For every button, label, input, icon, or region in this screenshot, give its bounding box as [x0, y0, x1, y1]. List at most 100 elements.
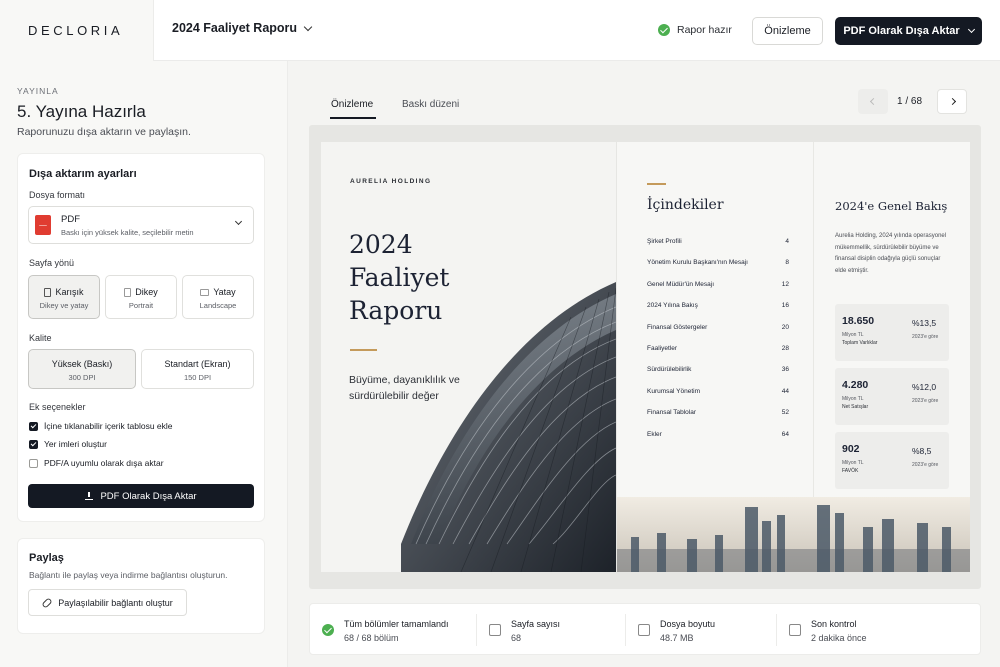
cover-page: AURELIA HOLDING 2024 Faaliyet Raporu Büy…	[321, 142, 616, 572]
quality-standard[interactable]: Standart (Ekran) 150 DPI	[141, 349, 254, 389]
stat-value: 18.650	[842, 315, 875, 327]
option-pdfa[interactable]: PDF/A uyumlu olarak dışa aktar	[29, 458, 164, 468]
stat-change: %8,5	[912, 446, 932, 456]
checkbox-checked[interactable]	[29, 421, 38, 431]
step-title: 5. Yayına Hazırla	[17, 102, 146, 121]
contents-page: İçindekiler Şirket Profili 4 Yönetim Kuru…	[617, 142, 970, 572]
pdf-icon: ⏤	[35, 215, 51, 235]
check-circle-icon	[322, 624, 334, 636]
orientation-title: Dikey	[135, 287, 158, 297]
toc-title: İçindekiler	[647, 197, 724, 213]
export-settings-heading: Dışa aktarım ayarları	[29, 168, 137, 180]
toc-item[interactable]: Sürdürülebilirlik 36	[647, 366, 789, 387]
portrait-page-icon	[124, 287, 132, 297]
orientation-mixed[interactable]: Karışık Dikey ve yatay	[28, 275, 100, 319]
toc-item[interactable]: Genel Müdür'ün Mesajı 12	[647, 281, 789, 302]
toc-item-page: 12	[781, 280, 789, 288]
previous-page-button[interactable]	[858, 89, 888, 114]
export-pdf-label: PDF Olarak Dışa Aktar	[843, 25, 960, 37]
stat-label: Net Satışlar	[842, 404, 869, 410]
summary-value: 68	[511, 633, 522, 643]
quality-title: Standart (Ekran)	[164, 359, 231, 369]
export-summary-bar: Tüm bölümler tamamlandı 68 / 68 bölüm Sa…	[309, 603, 981, 655]
checkbox-checked[interactable]	[29, 439, 38, 449]
orientation-title: Yatay	[213, 287, 236, 297]
chevron-right-icon	[948, 97, 956, 106]
stat-card-total-assets: 18.650 Milyon TL Toplam Varlıklar %13,5 …	[835, 304, 949, 361]
toc-item-label: Genel Müdür'ün Mesajı	[647, 280, 714, 288]
stat-compare: 2023'e göre	[912, 462, 939, 468]
logo[interactable]: DECLORIA	[28, 23, 123, 38]
toc-item[interactable]: Ekler 64	[647, 431, 789, 452]
option-bookmarks[interactable]: Yer imleri oluştur	[29, 439, 107, 449]
create-share-link-button[interactable]: Paylaşılabilir bağlantı oluştur	[28, 589, 187, 616]
option-label: İçine tıklanabilir içerik tablosu ekle	[44, 421, 173, 431]
overview-title: 2024'e Genel Bakış	[835, 199, 948, 213]
format-label: Dosya formatı	[29, 190, 86, 200]
stat-card-ebitda: 902 Milyon TL FAVÖK %8,5 2023'e göre	[835, 432, 949, 489]
toc-item-label: Kurumsal Yönetim	[647, 387, 700, 395]
toc-item-label: 2024 Yılına Bakış	[647, 302, 698, 310]
overview-text: Aurelia Holding, 2024 yılında operasyone…	[835, 233, 947, 274]
download-icon	[85, 492, 94, 500]
option-label: PDF/A uyumlu olarak dışa aktar	[44, 458, 164, 468]
summary-value: 48.7 MB	[660, 633, 694, 643]
stat-change: %12,0	[912, 382, 937, 392]
summary-sections: Tüm bölümler tamamlandı 68 / 68 bölüm	[310, 604, 475, 656]
toc-item[interactable]: Kurumsal Yönetim 44	[647, 388, 789, 409]
toc-item[interactable]: Faaliyetler 28	[647, 345, 789, 366]
export-pdf-button[interactable]: PDF Olarak Dışa Aktar	[28, 484, 254, 508]
option-clickable-toc[interactable]: İçine tıklanabilir içerik tablosu ekle	[29, 421, 173, 431]
checkbox-unchecked[interactable]	[29, 458, 38, 468]
toc-item-page: 8	[785, 259, 789, 267]
toc-item-page: 52	[781, 409, 789, 417]
orientation-landscape[interactable]: Yatay Landscape	[182, 275, 254, 319]
quality-high[interactable]: Yüksek (Baskı) 300 DPI	[28, 349, 136, 389]
stat-unit: Milyon TL	[842, 460, 864, 466]
stat-unit: Milyon TL	[842, 396, 864, 402]
toc-item[interactable]: 2024 Yılına Bakış 16	[647, 302, 789, 323]
toc-item-label: Faaliyetler	[647, 344, 677, 352]
next-page-button[interactable]	[937, 89, 967, 114]
toc-accent-rule	[647, 183, 666, 185]
orientation-sub: Landscape	[199, 301, 237, 310]
last-check-icon	[789, 624, 801, 636]
toc-item-page: 44	[781, 387, 789, 395]
preview-button[interactable]: Önizleme	[752, 17, 823, 45]
step-subtitle: Raporunuzu dışa aktarın ve paylaşın.	[17, 126, 191, 138]
toc-item-page: 20	[781, 323, 789, 331]
status-indicator: Rapor hazır	[658, 24, 732, 36]
report-selector[interactable]: 2024 Faaliyet Raporu	[172, 21, 313, 35]
toc-item[interactable]: Finansal Göstergeler 20	[647, 324, 789, 345]
export-pdf-button-label: PDF Olarak Dışa Aktar	[100, 490, 197, 502]
tab-preview[interactable]: Önizleme	[331, 99, 373, 110]
toc-item-label: Finansal Tablolar	[647, 409, 697, 417]
summary-value: 68 / 68 bölüm	[344, 633, 399, 643]
orientation-title: Karışık	[55, 287, 84, 297]
extras-label: Ek seçenekler	[29, 402, 86, 412]
toc-item[interactable]: Finansal Tablolar 52	[647, 409, 789, 430]
column-divider	[813, 142, 814, 502]
toc-item-page: 36	[781, 366, 789, 374]
create-share-link-label: Paylaşılabilir bağlantı oluştur	[58, 597, 173, 608]
tab-print-layout[interactable]: Baskı düzeni	[402, 99, 459, 110]
active-tab-indicator	[330, 117, 376, 119]
stat-card-net-sales: 4.280 Milyon TL Net Satışlar %12,0 2023'…	[835, 368, 949, 425]
skyline-image	[617, 497, 970, 572]
summary-title: Son kontrol	[811, 619, 857, 629]
building-image	[401, 282, 616, 572]
summary-title: Tüm bölümler tamamlandı	[344, 619, 449, 629]
orientation-portrait[interactable]: Dikey Portrait	[105, 275, 177, 319]
summary-title: Sayfa sayısı	[511, 619, 561, 629]
chevron-left-icon	[869, 97, 877, 106]
toc-item-page: 16	[781, 302, 789, 310]
quality-sub: 150 DPI	[183, 373, 212, 382]
format-select[interactable]: ⏤ PDF Baskı için yüksek kalite, seçilebi…	[28, 206, 254, 244]
toc-item[interactable]: Yönetim Kurulu Başkanı'nın Mesajı 8	[647, 259, 789, 280]
toc-list: Şirket Profili 4 Yönetim Kurulu Başkanı'n…	[647, 238, 789, 452]
export-pdf-dropdown-button[interactable]: PDF Olarak Dışa Aktar	[835, 17, 982, 45]
quality-label: Kalite	[29, 333, 52, 343]
share-card: Paylaş Bağlantı ile paylaş veya indirme …	[17, 538, 265, 634]
stat-label: Toplam Varlıklar	[842, 340, 878, 346]
toc-item[interactable]: Şirket Profili 4	[647, 238, 789, 259]
